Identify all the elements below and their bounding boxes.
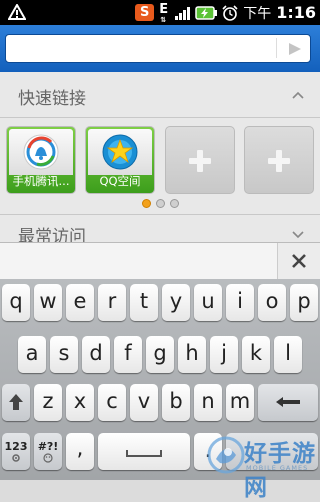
warning-icon (8, 4, 26, 20)
add-quick-link-button[interactable] (244, 126, 314, 194)
network-type-icon: E ⇅ (159, 1, 169, 24)
go-arrow-icon[interactable] (287, 41, 303, 57)
key-n[interactable]: n (194, 384, 222, 421)
battery-charging-icon (195, 5, 218, 20)
key-w[interactable]: w (34, 284, 62, 321)
sogou-icon: S (135, 4, 155, 21)
numbers-key[interactable]: 123 (2, 433, 30, 470)
search-divider (276, 38, 277, 58)
page-dot[interactable] (156, 199, 165, 208)
tencent-news-icon (23, 134, 59, 170)
backspace-arrow-icon (276, 397, 300, 407)
symbols-key[interactable]: #?! (34, 433, 62, 470)
tile-label: 手机腾讯... (12, 174, 70, 188)
settings-icon (12, 454, 20, 462)
status-icons: S E ⇅ 下午 1:16 (135, 0, 316, 25)
symbols-key-label: #?! (37, 440, 59, 453)
backspace-key[interactable] (258, 384, 318, 421)
recent-section: 最常访问 (0, 214, 320, 242)
ime-composition-bar (0, 242, 320, 279)
space-key[interactable] (98, 433, 190, 470)
key-b[interactable]: b (162, 384, 190, 421)
key-u[interactable]: u (194, 284, 222, 321)
key-j[interactable]: j (210, 336, 238, 373)
key-k[interactable]: k (242, 336, 270, 373)
add-quick-link-button[interactable] (165, 126, 235, 194)
key-g[interactable]: g (146, 336, 174, 373)
key-f[interactable]: f (114, 336, 142, 373)
quick-link-tile-tencent[interactable]: 手机腾讯... (6, 126, 76, 194)
key-q[interactable]: q (2, 284, 30, 321)
chevron-down-icon[interactable] (292, 231, 304, 239)
quick-links-grid: 手机腾讯... QQ空间 (6, 126, 316, 196)
key-l[interactable]: l (274, 336, 302, 373)
key-p[interactable]: p (290, 284, 318, 321)
page-dot[interactable] (142, 199, 151, 208)
tile-icon-background (88, 129, 152, 175)
key-r[interactable]: r (98, 284, 126, 321)
key-a[interactable]: a (18, 336, 46, 373)
key-h[interactable]: h (178, 336, 206, 373)
key-comma[interactable]: , (66, 433, 94, 470)
page-indicator (142, 199, 182, 209)
time-period: 下午 (243, 5, 272, 22)
recent-title: 最常访问 (18, 227, 86, 242)
key-e[interactable]: e (66, 284, 94, 321)
signal-icon (175, 6, 191, 20)
numbers-key-label: 123 (4, 440, 28, 453)
key-s[interactable]: s (50, 336, 78, 373)
close-icon (292, 254, 306, 268)
key-o[interactable]: o (258, 284, 286, 321)
key-d[interactable]: d (82, 336, 110, 373)
section-divider (0, 117, 320, 118)
clear-button[interactable] (277, 243, 320, 279)
key-c[interactable]: c (98, 384, 126, 421)
key-v[interactable]: v (130, 384, 158, 421)
quick-links-title: 快速链接 (18, 89, 86, 109)
qzone-icon (102, 134, 138, 170)
shift-key[interactable] (2, 384, 30, 421)
space-icon (126, 450, 162, 457)
page-dot[interactable] (170, 199, 179, 208)
tile-label: QQ空间 (99, 174, 141, 188)
alarm-icon (222, 4, 238, 21)
key-z[interactable]: z (34, 384, 62, 421)
key-y[interactable]: y (162, 284, 190, 321)
tile-icon-background (9, 129, 73, 175)
key-t[interactable]: t (130, 284, 158, 321)
shift-icon (9, 394, 23, 410)
plus-icon (276, 150, 282, 172)
quick-link-tile-qzone[interactable]: QQ空间 (85, 126, 155, 194)
clock: 1:16 (276, 3, 316, 22)
key-m[interactable]: m (226, 384, 254, 421)
section-divider (0, 214, 320, 215)
emoji-icon (43, 453, 53, 463)
key-x[interactable]: x (66, 384, 94, 421)
chevron-up-icon[interactable] (292, 91, 304, 99)
plus-icon (197, 150, 203, 172)
search-controls (5, 34, 311, 63)
key-i[interactable]: i (226, 284, 254, 321)
search-bar (0, 25, 320, 72)
watermark-logo-icon (207, 436, 245, 474)
status-bar: S E ⇅ 下午 1:16 (0, 0, 320, 25)
watermark: 好手游网 MOBILE GAMES (206, 433, 318, 501)
watermark-subtext: MOBILE GAMES (246, 464, 309, 472)
